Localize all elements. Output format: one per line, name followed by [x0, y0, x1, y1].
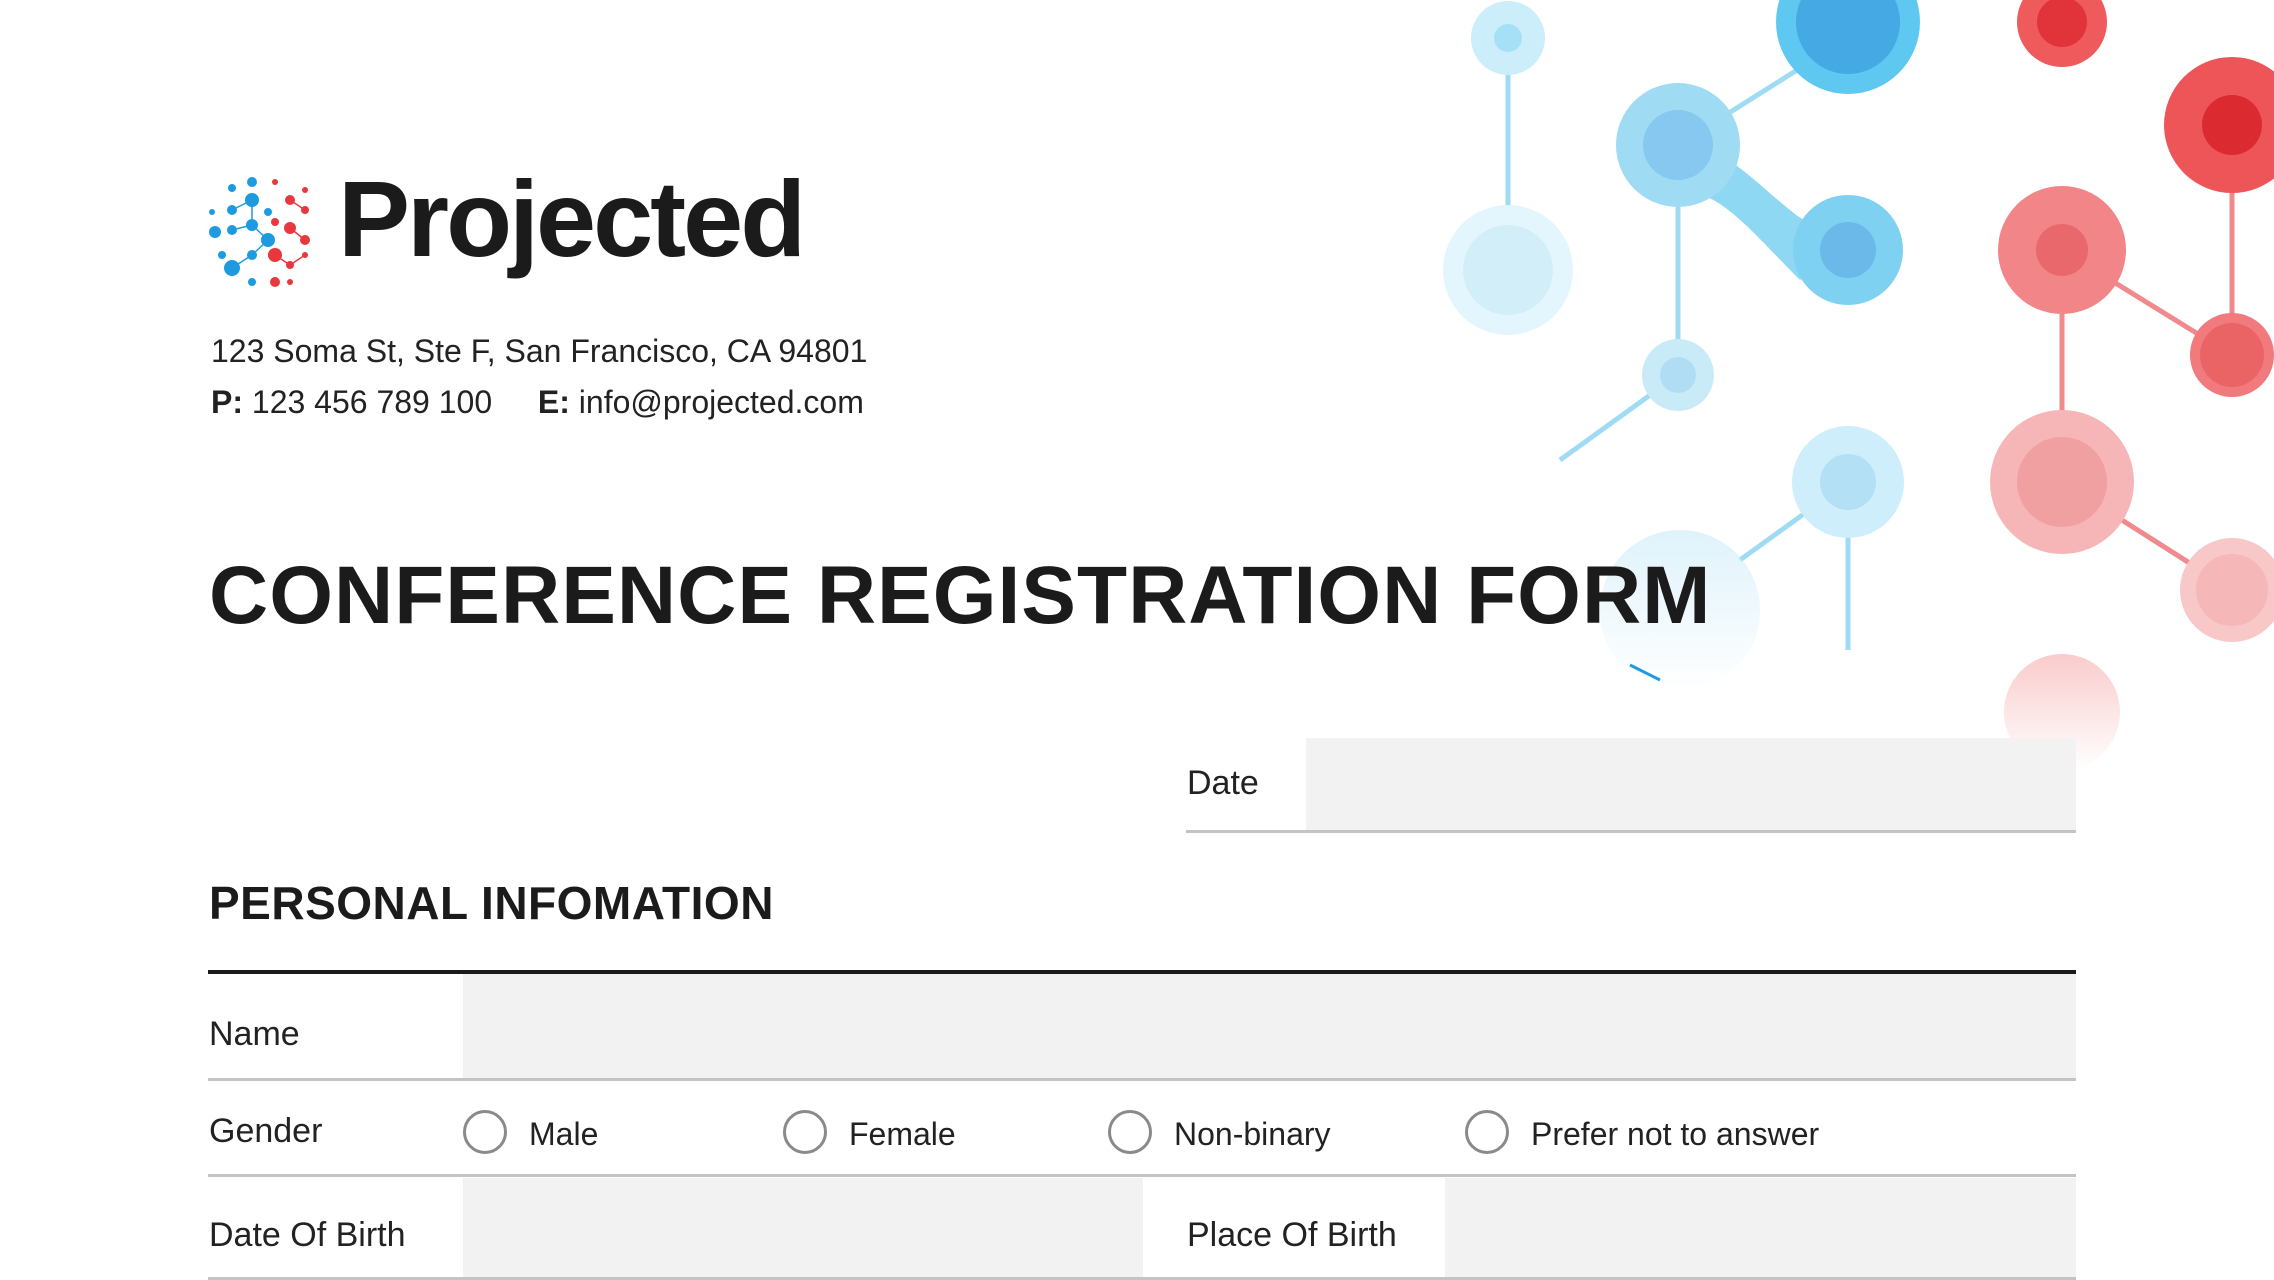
option-female: Female [849, 1116, 956, 1152]
address: 123 Soma St, Ste F, San Francisco, CA 94… [211, 333, 868, 369]
brand-name: Projected [338, 158, 806, 279]
date-label: Date [1187, 764, 1259, 802]
option-male: Male [529, 1116, 599, 1152]
pob-label: Place Of Birth [1187, 1216, 1397, 1254]
section-heading: PERSONAL INFOMATION [209, 877, 774, 929]
date-field[interactable] [1306, 738, 2076, 830]
phone: 123 456 789 100 [251, 384, 493, 420]
form-title: CONFERENCE REGISTRATION FORM [209, 550, 1712, 641]
option-prefer-not-to-answer: Prefer not to answer [1531, 1116, 1820, 1152]
radio-female[interactable] [783, 1110, 827, 1154]
pob-field[interactable] [1445, 1178, 2076, 1280]
gender-rule [208, 1174, 2076, 1177]
logo-mark [209, 177, 310, 287]
radio-non-binary[interactable] [1108, 1110, 1152, 1154]
email-label: E: [537, 384, 570, 420]
dob-field[interactable] [463, 1178, 1143, 1280]
phone-label: P: [211, 384, 243, 420]
name-label: Name [209, 1015, 300, 1053]
option-non-binary: Non-binary [1174, 1116, 1331, 1152]
contact-line: P: 123 456 789 100 E: info@projected.com [211, 384, 864, 421]
email: info@projected.com [578, 384, 864, 420]
name-field[interactable] [463, 974, 2076, 1078]
name-rule [208, 1078, 2076, 1081]
gender-label: Gender [209, 1112, 323, 1150]
dob-label: Date Of Birth [209, 1216, 406, 1254]
date-rule [1186, 830, 2076, 833]
radio-prefer-not-to-answer[interactable] [1465, 1110, 1509, 1154]
radio-male[interactable] [463, 1110, 507, 1154]
